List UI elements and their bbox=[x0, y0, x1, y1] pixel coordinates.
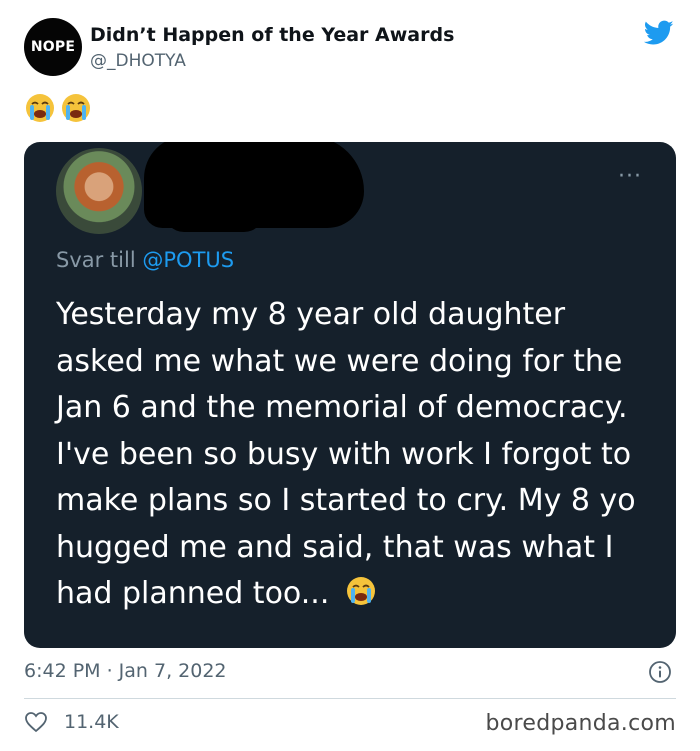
more-options-icon[interactable]: ··· bbox=[618, 164, 642, 189]
intro-emojis bbox=[24, 92, 91, 133]
display-name[interactable]: Didn’t Happen of the Year Awards bbox=[90, 24, 454, 46]
watermark: boredpanda.com bbox=[485, 711, 676, 736]
reply-mention-link[interactable]: @POTUS bbox=[142, 248, 234, 272]
like-action[interactable]: 11.4K bbox=[24, 711, 119, 733]
tweet-header: NOPE Didn’t Happen of the Year Awards @_… bbox=[24, 18, 676, 78]
author-info: Didn’t Happen of the Year Awards @_DHOTY… bbox=[90, 24, 454, 72]
info-icon[interactable] bbox=[648, 660, 672, 684]
avatar[interactable]: NOPE bbox=[24, 18, 82, 76]
quoted-tweet-text: Yesterday my 8 year old daughter asked m… bbox=[56, 292, 656, 618]
reply-prefix: Svar till bbox=[56, 248, 136, 272]
like-count: 11.4K bbox=[64, 711, 119, 733]
divider bbox=[24, 698, 676, 699]
reply-context: Svar till @POTUS bbox=[56, 248, 234, 272]
loudly-crying-face-icon bbox=[62, 94, 91, 122]
tweet-body: Yesterday my 8 year old daughter asked m… bbox=[56, 297, 636, 611]
heart-icon[interactable] bbox=[24, 711, 48, 733]
loudly-crying-face-icon bbox=[26, 94, 54, 122]
tweet-timestamp[interactable]: 6:42 PM · Jan 7, 2022 bbox=[24, 660, 227, 682]
quoted-tweet-screenshot[interactable]: ··· Svar till @POTUS Yesterday my 8 year… bbox=[24, 142, 676, 648]
censor-scribble bbox=[164, 192, 264, 232]
loudly-crying-face-icon bbox=[346, 577, 375, 605]
avatar-label: NOPE bbox=[30, 39, 76, 55]
quoted-avatar bbox=[56, 148, 142, 234]
twitter-bird-icon[interactable] bbox=[644, 20, 674, 46]
user-handle[interactable]: @_DHOTYA bbox=[90, 50, 454, 72]
